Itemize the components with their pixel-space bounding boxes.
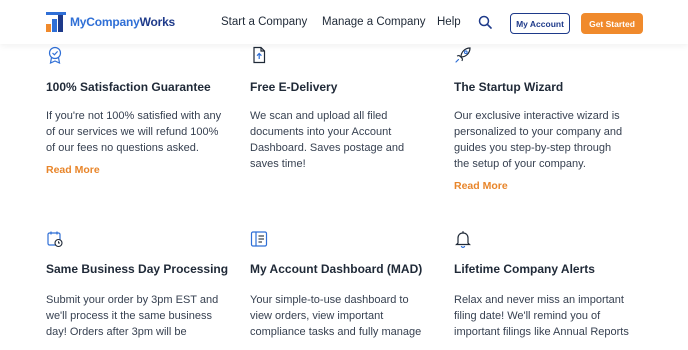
bell-icon xyxy=(455,231,471,248)
calendar-clock-icon xyxy=(47,231,63,248)
dashboard-icon xyxy=(250,231,268,247)
nav-manage-company[interactable]: Manage a Company xyxy=(322,16,426,28)
read-more-link[interactable]: Read More xyxy=(46,164,100,176)
feature-startup-wizard: The Startup Wizard Our exclusive interac… xyxy=(454,46,654,196)
badge-check-icon xyxy=(48,46,62,64)
feature-satisfaction-guarantee: 100% Satisfaction Guarantee If you're no… xyxy=(46,46,246,186)
feature-title: Same Business Day Processing xyxy=(46,262,229,276)
feature-free-e-delivery: Free E-Delivery We scan and upload all f… xyxy=(250,46,450,186)
nav-help[interactable]: Help xyxy=(437,16,461,28)
feature-description: Our exclusive interactive wizard is pers… xyxy=(454,110,623,170)
feature-description: If you're not 100% satisfied with any of… xyxy=(46,110,222,154)
feature-account-dashboard: My Account Dashboard (MAD) Your simple-t… xyxy=(250,230,450,350)
feature-title: The Startup Wizard xyxy=(454,80,564,94)
rocket-icon xyxy=(455,47,471,63)
my-account-button[interactable]: My Account xyxy=(510,13,570,34)
feature-description: Submit your order by 3pm EST and we'll p… xyxy=(46,294,219,338)
feature-description: Relax and never miss an important filing… xyxy=(454,294,629,338)
read-more-link[interactable]: Read More xyxy=(454,180,508,192)
feature-title: My Account Dashboard (MAD) xyxy=(250,262,423,276)
logo-icon xyxy=(46,12,66,32)
feature-description: We scan and upload all filed documents i… xyxy=(250,110,405,170)
feature-company-alerts: Lifetime Company Alerts Relax and never … xyxy=(454,230,654,350)
site-header: MyCompanyWorks Start a Company Manage a … xyxy=(0,0,688,44)
document-upload-icon xyxy=(253,46,266,64)
logo-text: MyCompanyWorks xyxy=(70,15,176,29)
feature-description: Your simple-to-use dashboard to view ord… xyxy=(250,294,422,338)
company-logo[interactable]: MyCompanyWorks xyxy=(46,12,175,32)
feature-title: Free E-Delivery xyxy=(250,80,338,94)
feature-title: Lifetime Company Alerts xyxy=(454,262,595,276)
feature-same-day-processing: Same Business Day Processing Submit your… xyxy=(46,230,246,350)
feature-title: 100% Satisfaction Guarantee xyxy=(46,80,211,94)
nav-start-company[interactable]: Start a Company xyxy=(221,16,307,28)
search-icon[interactable] xyxy=(478,15,492,29)
get-started-button[interactable]: Get Started xyxy=(581,13,643,34)
